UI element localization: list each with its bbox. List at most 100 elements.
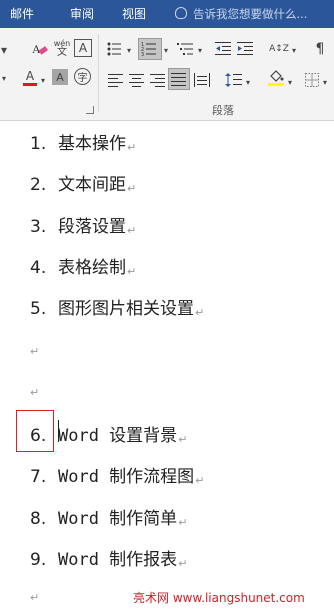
- svg-text:3: 3: [141, 52, 144, 57]
- pilcrow-icon: ¶: [315, 41, 325, 57]
- justify-button[interactable]: [168, 68, 190, 90]
- list-number: 2.: [30, 175, 47, 195]
- paragraph-mark-icon: ↵: [178, 516, 188, 529]
- list-item[interactable]: 7. Word 制作流程图↵: [30, 462, 204, 487]
- tab-review[interactable]: 审阅: [70, 0, 94, 28]
- list-text: Word 制作流程图: [58, 467, 195, 487]
- list-item[interactable]: 1. 基本操作↵: [30, 129, 136, 154]
- list-number: 7.: [30, 467, 47, 487]
- decrease-indent-button[interactable]: [214, 39, 234, 59]
- sort-icon: A↕Z: [269, 44, 289, 54]
- list-text: 段落设置: [58, 217, 126, 237]
- bullets-dropdown[interactable]: ▾: [124, 40, 134, 60]
- borders-dropdown[interactable]: ▾: [320, 72, 330, 92]
- paragraph-mark-icon: ↵: [195, 306, 205, 319]
- annotation-highlight-box: [16, 410, 54, 452]
- borders-button[interactable]: [302, 70, 322, 90]
- list-text: 基本操作: [58, 134, 126, 154]
- align-right-icon: [150, 74, 165, 87]
- list-number: 4.: [30, 258, 47, 278]
- character-shading-button[interactable]: A: [52, 69, 68, 85]
- borders-icon: [305, 73, 319, 87]
- ribbon-home: ▾ A wén 文 A ▾ 1 2 3 ▾ ▾ A↕Z ▾ ¶ ▾ A ▾ A …: [0, 28, 334, 121]
- tell-me-search[interactable]: 告诉我您想要做什么...: [175, 0, 307, 28]
- char-shading-letter: A: [56, 70, 64, 84]
- list-text: Word 制作报表: [58, 550, 178, 570]
- numbering-icon: 1 2 3: [141, 42, 156, 57]
- font-size-dropdown-edge[interactable]: ▾: [0, 40, 14, 60]
- list-number: 5.: [30, 299, 47, 319]
- site-watermark: 亮术网 www.liangshunet.com: [133, 591, 305, 605]
- increase-indent-button[interactable]: [236, 39, 256, 59]
- font-color-button[interactable]: A: [20, 68, 40, 88]
- highlight-dropdown-edge[interactable]: ▾: [0, 68, 14, 88]
- empty-paragraph-mark-icon[interactable]: ↵: [30, 591, 39, 604]
- group-separator: [98, 34, 99, 112]
- font-color-letter: A: [25, 69, 35, 83]
- tab-view[interactable]: 视图: [122, 0, 146, 28]
- paint-bucket-icon: [270, 70, 284, 82]
- align-right-button[interactable]: [148, 70, 168, 90]
- distributed-align-button[interactable]: [192, 70, 212, 90]
- multilevel-dropdown[interactable]: ▾: [195, 40, 205, 60]
- ribbon-tab-bar: 邮件 审阅 视图 告诉我您想要做什么...: [0, 0, 334, 28]
- align-left-icon: [108, 74, 123, 87]
- list-number: 3.: [30, 217, 47, 237]
- list-item[interactable]: 2. 文本间距↵: [30, 170, 136, 195]
- clear-formatting-button[interactable]: A: [30, 39, 50, 59]
- enclose-characters-button[interactable]: 字: [74, 68, 91, 85]
- decrease-indent-icon: [215, 42, 231, 55]
- phonetic-bottom: 文: [57, 47, 67, 58]
- increase-indent-icon: [237, 42, 253, 55]
- list-item[interactable]: 3. 段落设置↵: [30, 212, 136, 237]
- numbering-dropdown[interactable]: ▾: [161, 40, 171, 60]
- sort-dropdown[interactable]: ▾: [289, 40, 299, 60]
- paragraph-group-label: 段落: [212, 104, 234, 117]
- align-left-button[interactable]: [106, 70, 126, 90]
- shading-button[interactable]: [266, 68, 286, 88]
- align-center-icon: [129, 74, 144, 87]
- line-spacing-dropdown[interactable]: ▾: [243, 72, 253, 92]
- bullets-icon: [107, 42, 121, 56]
- font-color-dropdown[interactable]: ▾: [38, 70, 48, 90]
- shading-dropdown[interactable]: ▾: [285, 72, 295, 92]
- enclose-char-glyph: 字: [77, 73, 88, 84]
- list-item[interactable]: 4. 表格绘制↵: [30, 253, 136, 278]
- phonetic-guide-button[interactable]: wén 文: [52, 38, 72, 58]
- paragraph-mark-icon: ↵: [195, 474, 205, 487]
- bullets-button[interactable]: [106, 39, 126, 59]
- line-spacing-button[interactable]: [224, 70, 244, 90]
- multilevel-list-button[interactable]: [176, 39, 196, 59]
- list-number: 9.: [30, 550, 47, 570]
- list-item[interactable]: 8. Word 制作简单↵: [30, 504, 187, 529]
- line-spacing-icon: [225, 73, 242, 87]
- list-item[interactable]: 5. 图形图片相关设置↵: [30, 294, 204, 319]
- paragraph-mark-icon: ↵: [178, 433, 188, 446]
- text-caret: [58, 420, 59, 442]
- empty-paragraph-mark-icon[interactable]: ↵: [30, 345, 39, 358]
- char-border-letter: A: [78, 41, 88, 55]
- font-color-bar: [23, 83, 37, 86]
- paragraph-mark-icon: ↵: [178, 557, 188, 570]
- lightbulb-icon: [175, 7, 187, 19]
- sort-button[interactable]: A↕Z: [268, 39, 290, 59]
- shading-color-bar: [268, 83, 284, 86]
- document-canvas[interactable]: 1. 基本操作↵ 2. 文本间距↵ 3. 段落设置↵ 4. 表格绘制↵ 5. 图形图片相关…: [0, 121, 334, 613]
- align-center-button[interactable]: [127, 70, 147, 90]
- font-dialog-launcher-icon[interactable]: [86, 106, 94, 114]
- character-border-button[interactable]: A: [74, 39, 92, 57]
- list-item[interactable]: 9. Word 制作报表↵: [30, 545, 187, 570]
- numbering-button[interactable]: 1 2 3: [138, 38, 162, 60]
- paragraph-mark-icon: ↵: [127, 224, 137, 237]
- list-text: 表格绘制: [58, 258, 126, 278]
- list-text: 文本间距: [58, 175, 126, 195]
- paragraph-mark-icon: ↵: [127, 141, 137, 154]
- tab-mailings[interactable]: 邮件: [10, 0, 34, 28]
- list-number: 8.: [30, 509, 47, 529]
- empty-paragraph-mark-icon[interactable]: ↵: [30, 386, 39, 399]
- paragraph-mark-icon: ↵: [127, 265, 137, 278]
- list-text: Word 设置背景: [58, 426, 178, 446]
- list-number: 1.: [30, 134, 47, 154]
- show-formatting-marks-button[interactable]: ¶: [310, 39, 330, 59]
- tell-me-text: 告诉我您想要做什么...: [193, 7, 308, 21]
